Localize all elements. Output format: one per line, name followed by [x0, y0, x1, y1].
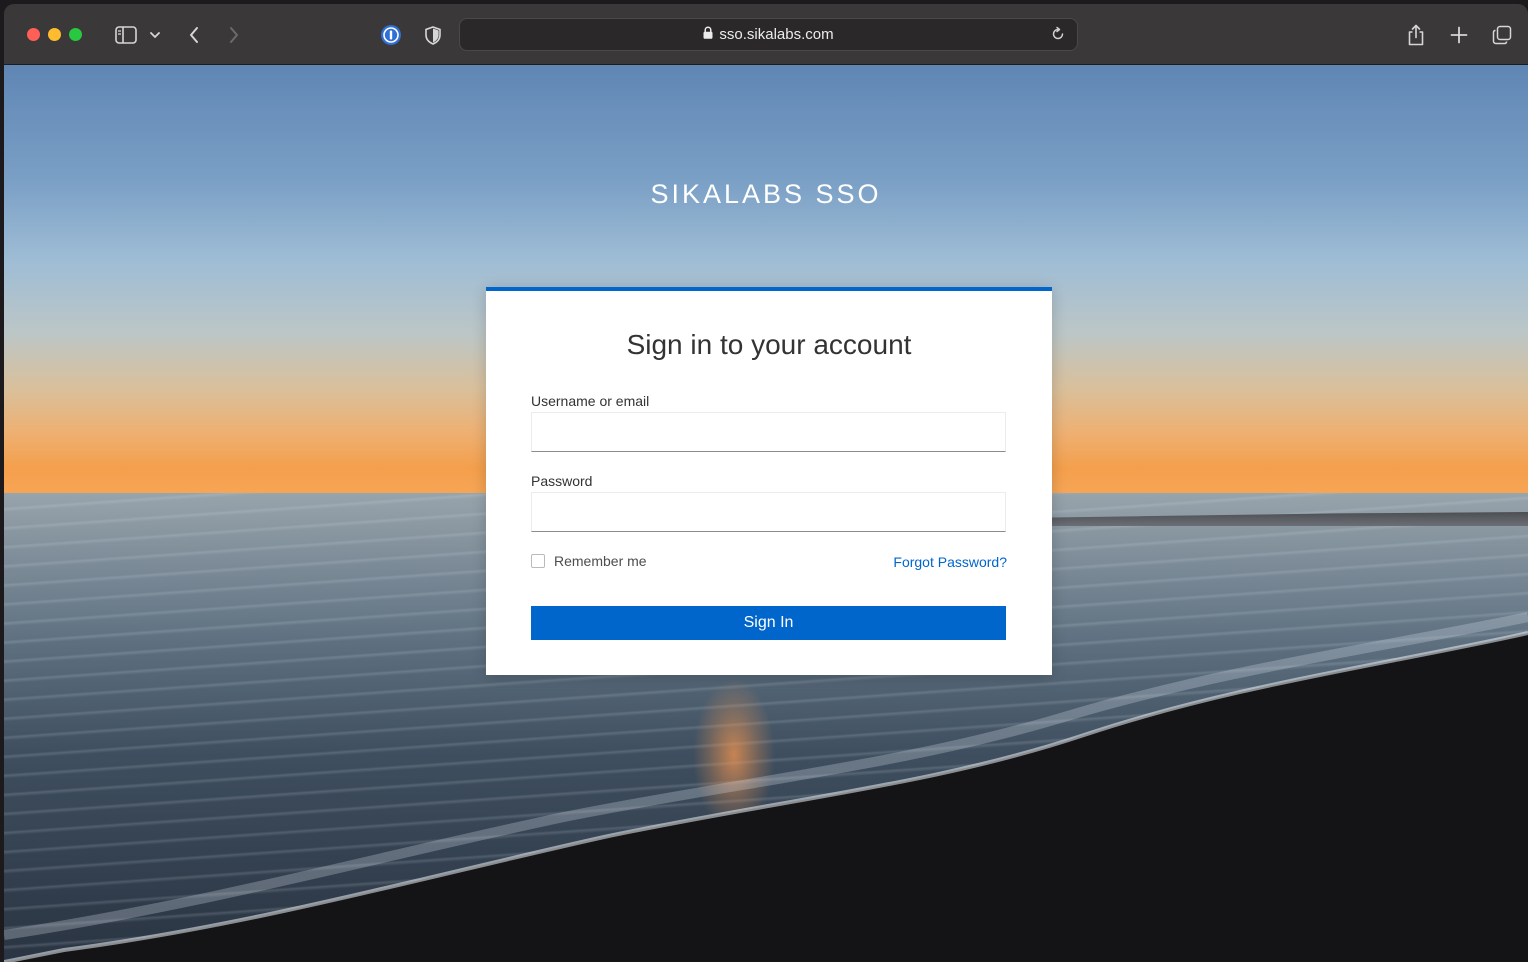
close-window-button[interactable]	[27, 28, 40, 41]
sidebar-icon[interactable]	[114, 22, 138, 48]
tab-overview-icon[interactable]	[1490, 22, 1514, 48]
remember-me-label[interactable]: Remember me	[554, 553, 647, 569]
chevron-right-icon[interactable]	[224, 22, 244, 48]
sign-in-button[interactable]: Sign In	[531, 606, 1006, 640]
browser-window: sso.sikalabs.com SIKALABS SSO Sign in to…	[4, 4, 1528, 962]
remember-me-checkbox[interactable]	[531, 554, 545, 568]
password-label: Password	[531, 473, 593, 489]
chevron-down-icon[interactable]	[148, 22, 162, 48]
remember-me[interactable]: Remember me	[531, 553, 647, 569]
browser-toolbar: sso.sikalabs.com	[4, 4, 1528, 65]
username-label: Username or email	[531, 393, 650, 409]
brand-title: SIKALABS SSO	[650, 179, 882, 209]
lock-icon	[703, 26, 713, 43]
password-manager-icon[interactable]	[378, 22, 404, 48]
zoom-window-button[interactable]	[69, 28, 82, 41]
login-page: SIKALABS SSO Sign in to your account Use…	[4, 65, 1528, 962]
forgot-password-link[interactable]: Forgot Password?	[893, 554, 1007, 570]
minimize-window-button[interactable]	[48, 28, 61, 41]
login-card: Sign in to your account Username or emai…	[486, 287, 1052, 675]
plus-icon[interactable]	[1448, 22, 1470, 48]
reload-icon[interactable]	[1049, 25, 1067, 43]
chevron-left-icon[interactable]	[184, 22, 204, 48]
address-bar[interactable]: sso.sikalabs.com	[459, 18, 1078, 51]
share-icon[interactable]	[1404, 22, 1428, 48]
username-input[interactable]	[531, 412, 1006, 452]
shield-icon[interactable]	[422, 22, 444, 48]
url-text: sso.sikalabs.com	[719, 26, 834, 43]
login-title: Sign in to your account	[626, 329, 912, 360]
password-input[interactable]	[531, 492, 1006, 532]
